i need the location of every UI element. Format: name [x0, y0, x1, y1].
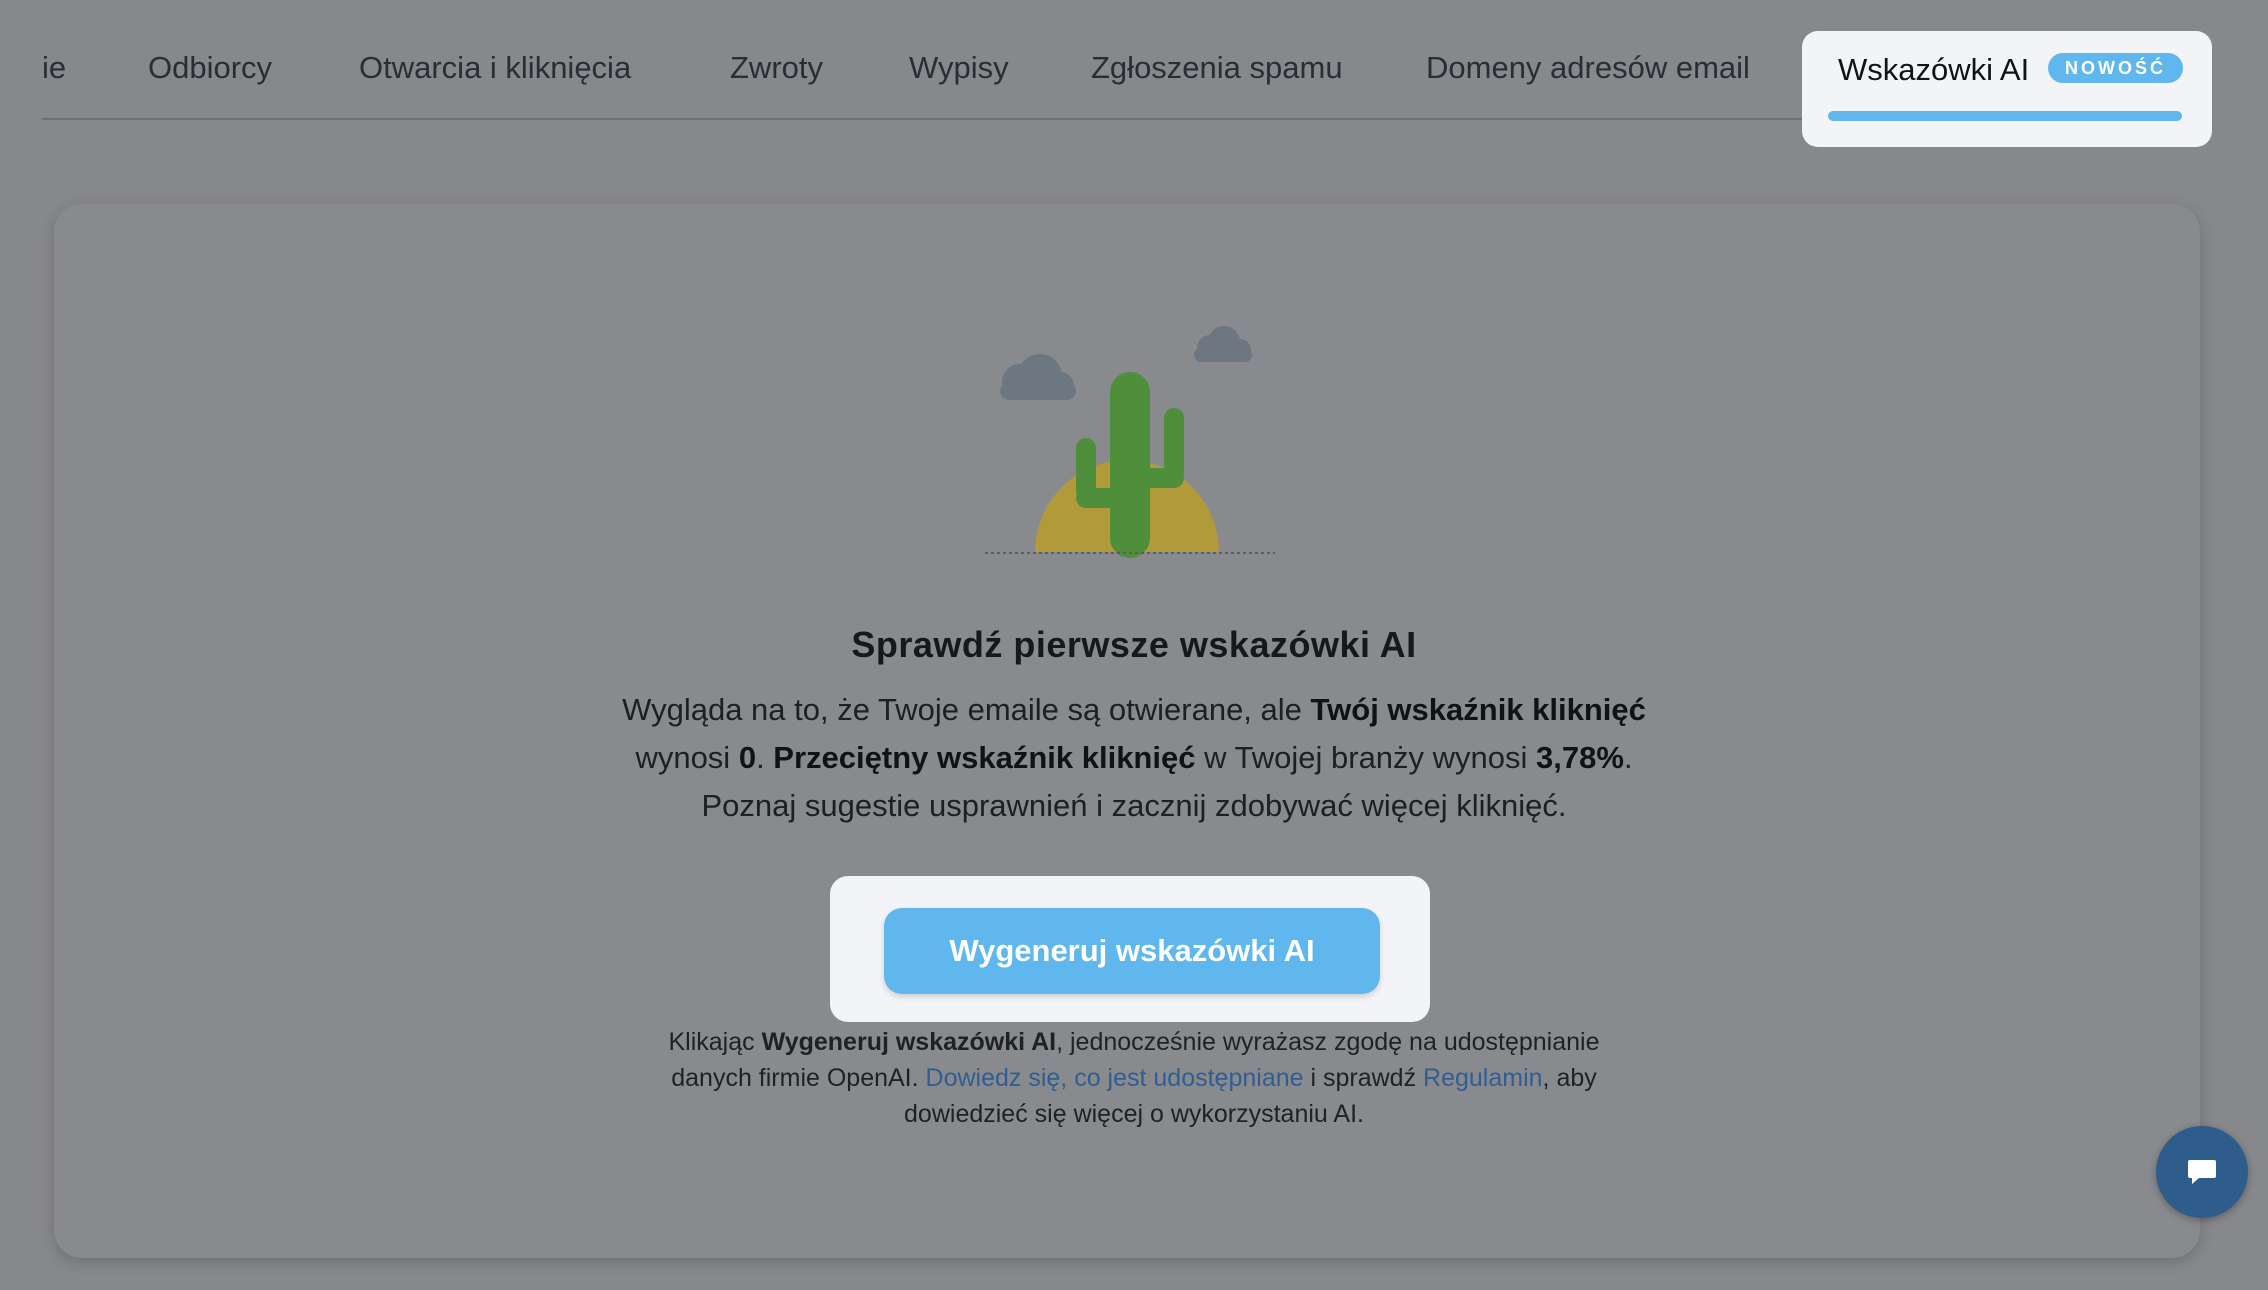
empty-state-heading: Sprawdź pierwsze wskazówki AI [851, 624, 1417, 665]
cactus-desert-icon [985, 326, 1275, 558]
generate-ai-tips-button[interactable]: Wygeneruj wskazówki AI [884, 908, 1380, 994]
tabs-divider [42, 118, 1822, 120]
tab-recipients[interactable]: Odbiorcy [148, 48, 272, 88]
cta-highlight: Wygeneruj wskazówki AI [830, 876, 1430, 1022]
what-is-shared-link[interactable]: Dowiedz się, co jest udostępniane [926, 1064, 1304, 1092]
tab-email-domains[interactable]: Domeny adresów email [1426, 48, 1750, 88]
tab-bounces[interactable]: Zwroty [730, 48, 823, 88]
tab-ai-tips[interactable]: Wskazówki AI NOWOŚĆ [1802, 31, 2212, 147]
active-tab-indicator [1828, 111, 2182, 121]
tab-unsubscribes[interactable]: Wypisy [909, 48, 1009, 88]
chat-widget-button[interactable] [2156, 1126, 2248, 1218]
chat-bubble-icon [2188, 1160, 2216, 1184]
report-tabs: ie Odbiorcy Otwarcia i kliknięcia Zwroty… [0, 0, 2268, 147]
tab-ai-tips-label: Wskazówki AI [1838, 52, 2030, 87]
terms-link[interactable]: Regulamin [1423, 1064, 1543, 1092]
new-badge: NOWOŚĆ [2048, 53, 2183, 83]
empty-state-description: Wygląda na to, że Twoje emaile są otwier… [622, 692, 1646, 823]
tab-spam-reports[interactable]: Zgłoszenia spamu [1091, 48, 1343, 88]
tab-opens-clicks[interactable]: Otwarcia i kliknięcia [359, 48, 631, 88]
consent-note: Klikając Wygeneruj wskazówki AI, jednocz… [668, 1028, 1600, 1128]
tab-overview[interactable]: ie [42, 48, 66, 88]
